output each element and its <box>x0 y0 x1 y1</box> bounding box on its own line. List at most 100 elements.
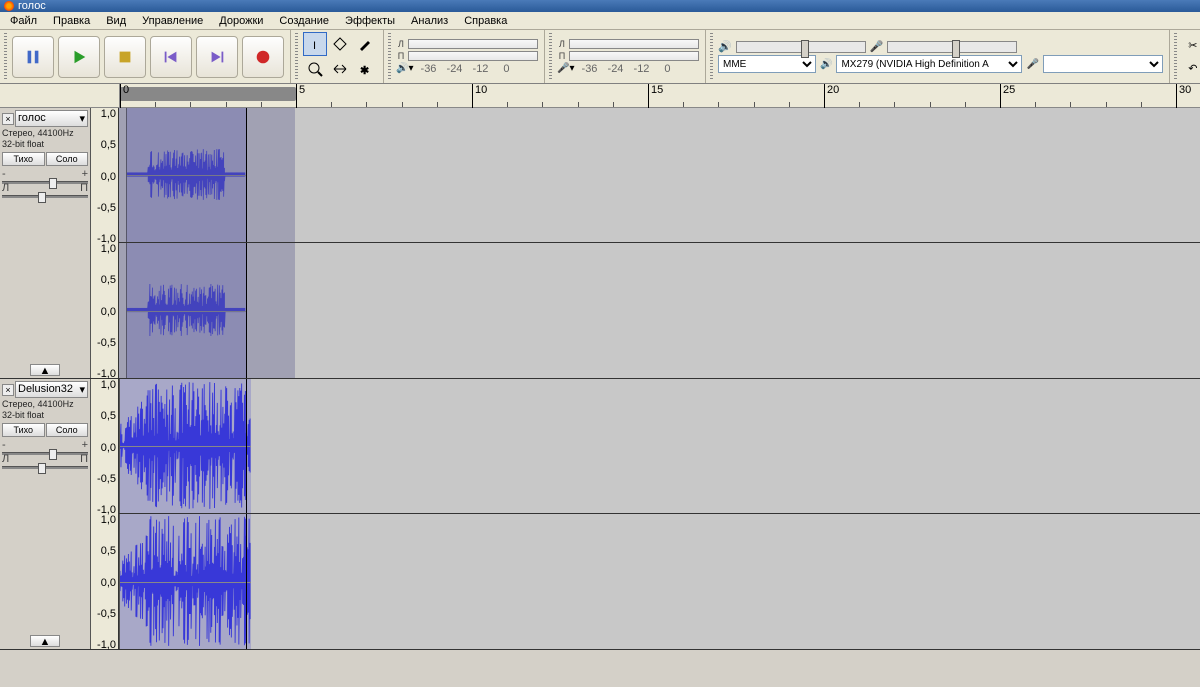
timeshift-tool[interactable] <box>328 57 352 81</box>
vscale-label: -0,5 <box>97 608 116 620</box>
menu-view[interactable]: Вид <box>98 13 134 29</box>
playhead-cursor <box>246 108 247 242</box>
vscale-label: 1,0 <box>101 243 116 255</box>
vscale-label: 0,0 <box>101 577 116 589</box>
draw-tool[interactable] <box>353 32 377 56</box>
menu-edit[interactable]: Правка <box>45 13 98 29</box>
gain-slider[interactable]: -+ <box>2 439 88 451</box>
vscale-label: 0,0 <box>101 171 116 183</box>
meter-r-label-rec: П <box>557 51 567 61</box>
play-button[interactable] <box>58 36 100 78</box>
track-format-info: Стерео, 44100Hz32-bit float <box>2 127 88 151</box>
vscale-label: 0,5 <box>101 274 116 286</box>
playback-meter-left[interactable] <box>408 39 538 49</box>
ruler-scale[interactable]: 05101520253035 <box>120 84 1200 107</box>
cut-button[interactable]: ✂ <box>1182 34 1200 56</box>
waveform-channel[interactable] <box>119 379 1200 514</box>
record-meter-right[interactable] <box>569 51 699 61</box>
ruler-tick-label: 0 <box>123 84 129 96</box>
host-api-select[interactable]: MME <box>718 55 816 73</box>
toolbar-grip[interactable] <box>549 33 552 81</box>
waveform-channel[interactable] <box>119 514 1200 649</box>
track-control-panel: × голос▾ Стерео, 44100Hz32-bit float Тих… <box>0 108 91 378</box>
record-meter-toolbar: Л П 🎤▾ -36-24-120 <box>545 30 706 83</box>
record-meter-left[interactable] <box>569 39 699 49</box>
mute-button[interactable]: Тихо <box>2 152 45 166</box>
pan-slider[interactable]: ЛП <box>2 182 88 194</box>
audio-clip[interactable] <box>119 379 251 513</box>
window-title: голос <box>18 0 46 12</box>
toolbar-grip[interactable] <box>4 33 7 81</box>
undo-button[interactable]: ↶ <box>1182 57 1200 79</box>
vscale-label: -0,5 <box>97 202 116 214</box>
mixer-toolbar: 🔊 🎤 MME 🔊 MX279 (NVIDIA High Definition … <box>706 30 1170 83</box>
transport-toolbar <box>0 30 291 83</box>
track-collapse-button[interactable]: ▲ <box>30 364 60 376</box>
toolbar-grip[interactable] <box>295 33 298 81</box>
speaker-icon: 🔊 <box>718 40 732 53</box>
toolbars: I ✱ Л П 🔊▾ -3 <box>0 30 1200 84</box>
track-close-button[interactable]: × <box>2 384 14 396</box>
input-volume-slider[interactable] <box>887 41 1017 53</box>
pause-button[interactable] <box>12 36 54 78</box>
zoom-tool[interactable] <box>303 57 327 81</box>
input-device-select[interactable] <box>1043 55 1163 73</box>
toolbar-grip[interactable] <box>710 33 713 81</box>
vscale-label: 0,0 <box>101 442 116 454</box>
meter-r-label: П <box>396 51 406 61</box>
menu-transport[interactable]: Управление <box>134 13 211 29</box>
menu-tracks[interactable]: Дорожки <box>211 13 271 29</box>
multi-tool[interactable]: ✱ <box>353 57 377 81</box>
mic-icon[interactable]: 🎤▾ <box>557 63 574 74</box>
mic-icon: 🎤 <box>1026 59 1038 70</box>
app-icon <box>4 1 14 11</box>
audio-clip[interactable] <box>119 514 251 649</box>
ruler-tick-label: 20 <box>827 84 839 96</box>
output-volume-slider[interactable] <box>736 41 866 53</box>
track-name-dropdown[interactable]: Delusion32▾ <box>15 381 88 398</box>
envelope-tool[interactable] <box>328 32 352 56</box>
menu-help[interactable]: Справка <box>456 13 515 29</box>
waveform-channel[interactable] <box>119 243 1200 378</box>
playhead-cursor <box>246 379 247 513</box>
skip-start-button[interactable] <box>150 36 192 78</box>
svg-text:I: I <box>313 40 316 52</box>
toolbar-grip[interactable] <box>388 33 391 81</box>
vscale-label: 1,0 <box>101 379 116 391</box>
track-collapse-button[interactable]: ▲ <box>30 635 60 647</box>
skip-end-button[interactable] <box>196 36 238 78</box>
menu-file[interactable]: Файл <box>2 13 45 29</box>
channel-area[interactable] <box>119 379 1200 649</box>
gain-slider[interactable]: -+ <box>2 168 88 180</box>
output-device-select[interactable]: MX279 (NVIDIA High Definition A <box>836 55 1022 73</box>
selection-region[interactable] <box>119 108 295 242</box>
vscale-label: 0,5 <box>101 545 116 557</box>
waveform-channel[interactable] <box>119 108 1200 243</box>
stop-button[interactable] <box>104 36 146 78</box>
solo-button[interactable]: Соло <box>46 152 89 166</box>
vscale-label: 0,0 <box>101 306 116 318</box>
mute-button[interactable]: Тихо <box>2 423 45 437</box>
menu-analyze[interactable]: Анализ <box>403 13 456 29</box>
vscale-label: -1,0 <box>97 639 116 651</box>
selection-marker[interactable] <box>120 87 296 101</box>
selection-tool[interactable]: I <box>303 32 327 56</box>
menu-effects[interactable]: Эффекты <box>337 13 403 29</box>
menu-generate[interactable]: Создание <box>271 13 337 29</box>
vscale-label: 0,5 <box>101 410 116 422</box>
track-name-dropdown[interactable]: голос▾ <box>15 110 88 127</box>
channel-area[interactable] <box>119 108 1200 378</box>
speaker-icon: 🔊 <box>820 59 832 70</box>
record-button[interactable] <box>242 36 284 78</box>
solo-button[interactable]: Соло <box>46 423 89 437</box>
speaker-icon[interactable]: 🔊▾ <box>396 63 413 74</box>
playback-meter-right[interactable] <box>408 51 538 61</box>
ruler-tick-label: 30 <box>1179 84 1191 96</box>
selection-region[interactable] <box>119 243 295 378</box>
tools-toolbar: I ✱ <box>291 30 384 83</box>
vscale-label: 0,5 <box>101 139 116 151</box>
pan-slider[interactable]: ЛП <box>2 453 88 465</box>
toolbar-grip[interactable] <box>1174 33 1177 81</box>
track-close-button[interactable]: × <box>2 113 14 125</box>
timeline-ruler[interactable]: 05101520253035 <box>0 84 1200 108</box>
